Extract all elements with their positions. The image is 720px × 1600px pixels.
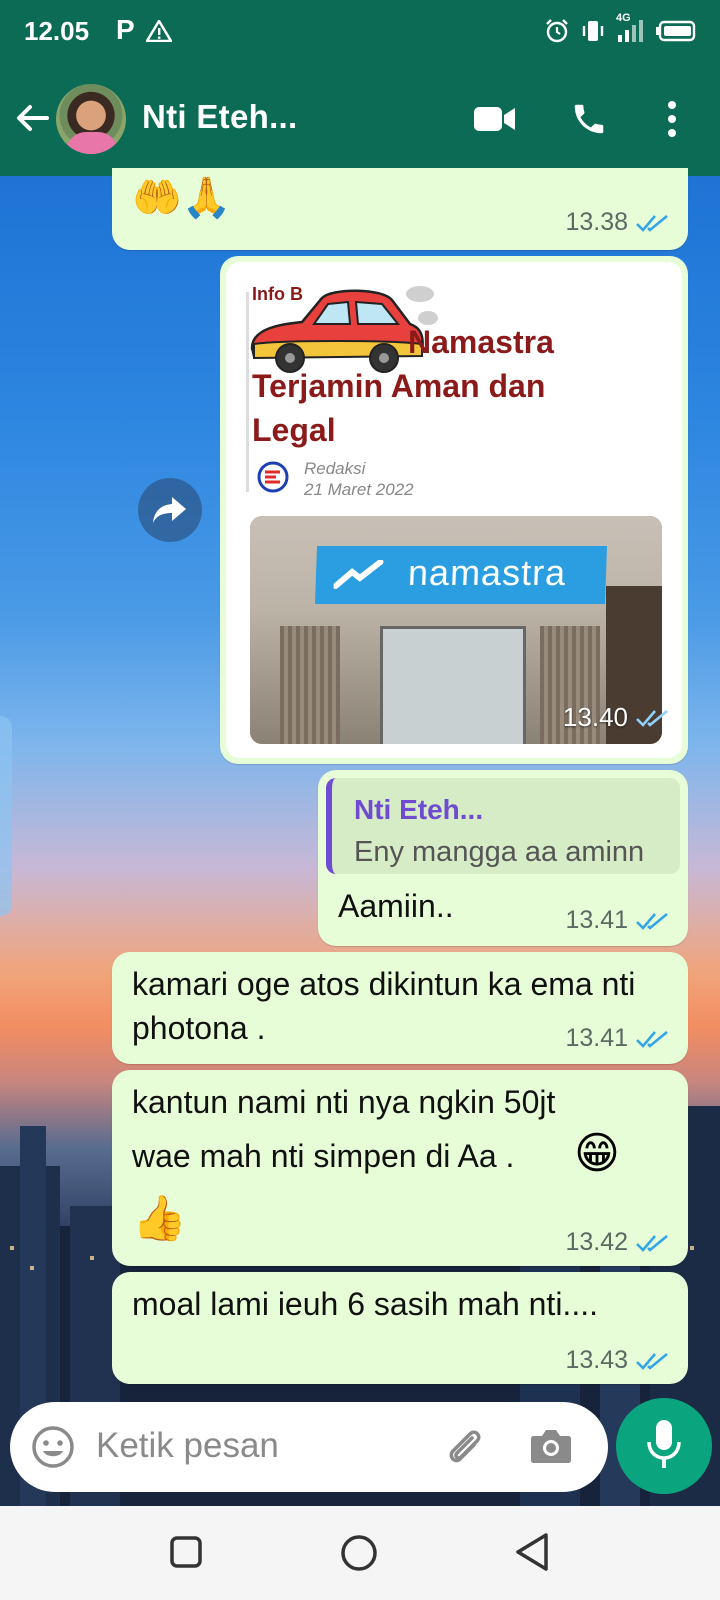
message-time: 13.41 <box>565 906 628 934</box>
message-input-bar[interactable]: Ketik pesan <box>10 1402 608 1492</box>
message-meta: 13.43 <box>565 1346 670 1375</box>
read-ticks-icon <box>636 709 668 727</box>
message-bubble[interactable]: kantun nami nti nya ngkin 50jt wae mah n… <box>112 1070 688 1266</box>
message-time: 13.43 <box>565 1346 628 1374</box>
preview-title-rest: Terjamin Aman dan Legal <box>252 368 546 448</box>
forward-button[interactable] <box>138 478 202 542</box>
store-sign: namastra <box>314 546 608 604</box>
forward-arrow-icon <box>153 497 186 523</box>
side-panel-edge <box>0 716 12 916</box>
store-sign-text: namastra <box>407 552 567 593</box>
vibrate-icon <box>582 21 604 41</box>
message-text: moal lami ieuh 6 sasih mah nti.... <box>132 1286 598 1322</box>
read-ticks-icon <box>636 214 668 232</box>
home-icon[interactable] <box>340 1534 378 1572</box>
preview-date: 21 Maret 2022 <box>304 480 414 499</box>
battery-icon <box>656 20 696 42</box>
message-bubble[interactable]: 🤲🙏 13.38 <box>112 168 688 250</box>
more-menu-icon[interactable] <box>666 100 678 138</box>
message-meta: 13.40 <box>563 702 670 733</box>
message-text-line2: wae mah nti simpen di Aa . <box>132 1138 515 1174</box>
message-meta: 13.38 <box>565 208 670 237</box>
system-navigation-bar <box>0 1506 720 1600</box>
back-arrow-icon[interactable] <box>14 100 50 136</box>
message-meta: 13.42 <box>565 1228 670 1257</box>
message-time: 13.38 <box>565 208 628 236</box>
parking-indicator: P <box>116 14 135 45</box>
message-text: Aamiin.. <box>338 888 454 924</box>
microphone-icon <box>647 1420 681 1468</box>
signal-icon: 4G <box>616 12 646 44</box>
grin-emoji: 😁 <box>574 1129 620 1178</box>
attach-icon[interactable] <box>442 1424 486 1468</box>
message-text-line1: kantun nami nti nya ngkin 50jt <box>132 1084 556 1120</box>
status-bar: 12.05 P 4G <box>0 0 720 64</box>
preview-author-name: Redaksi <box>304 459 366 478</box>
message-meta: 13.41 <box>565 906 670 935</box>
alarm-icon <box>546 19 568 43</box>
thumbs-up-emoji: 👍 <box>132 1194 187 1243</box>
video-call-icon[interactable] <box>474 104 516 134</box>
contact-avatar[interactable] <box>56 84 126 154</box>
quoted-sender: Nti Eteh... <box>354 794 484 825</box>
message-input[interactable]: Ketik pesan <box>96 1426 279 1466</box>
message-time: 13.40 <box>562 702 628 732</box>
emoji-icon[interactable] <box>30 1424 76 1470</box>
link-preview-message[interactable]: Info B Namastra Terjamin Aman dan Legal R… <box>220 256 688 764</box>
emoji-text: 🤲🙏 <box>132 176 232 220</box>
link-preview-card[interactable]: Info B Namastra Terjamin Aman dan Legal R… <box>226 262 682 758</box>
message-meta: 13.41 <box>565 1024 670 1053</box>
preview-author: Redaksi 21 Maret 2022 <box>304 458 414 500</box>
read-ticks-icon <box>636 912 668 930</box>
read-ticks-icon <box>636 1352 668 1370</box>
message-bubble[interactable]: moal lami ieuh 6 sasih mah nti.... 13.43 <box>112 1272 688 1384</box>
message-bubble[interactable]: kamari oge atos dikintun ka ema nti phot… <box>112 952 688 1064</box>
contact-name[interactable]: Nti Eteh... <box>142 98 297 136</box>
voice-record-button[interactable] <box>616 1398 712 1494</box>
status-time: 12.05 <box>24 16 90 46</box>
camera-icon[interactable] <box>530 1426 572 1464</box>
quoted-message[interactable]: Nti Eteh... Eny mangga aa aminn <box>326 778 680 874</box>
recent-apps-icon[interactable] <box>170 1536 202 1568</box>
message-time: 13.41 <box>565 1024 628 1052</box>
read-ticks-icon <box>636 1234 668 1252</box>
nav-back-icon[interactable] <box>514 1532 550 1572</box>
chat-header: Nti Eteh... <box>0 64 720 176</box>
warning-icon <box>146 20 172 42</box>
phone-call-icon[interactable] <box>570 100 608 138</box>
publisher-logo-icon <box>257 461 289 493</box>
quoted-text: Eny mangga aa aminn <box>354 836 645 868</box>
read-ticks-icon <box>636 1030 668 1048</box>
reply-message[interactable]: Nti Eteh... Eny mangga aa aminn Aamiin..… <box>318 770 688 946</box>
message-time: 13.42 <box>565 1228 628 1256</box>
preview-title: Namastra <box>408 324 554 360</box>
